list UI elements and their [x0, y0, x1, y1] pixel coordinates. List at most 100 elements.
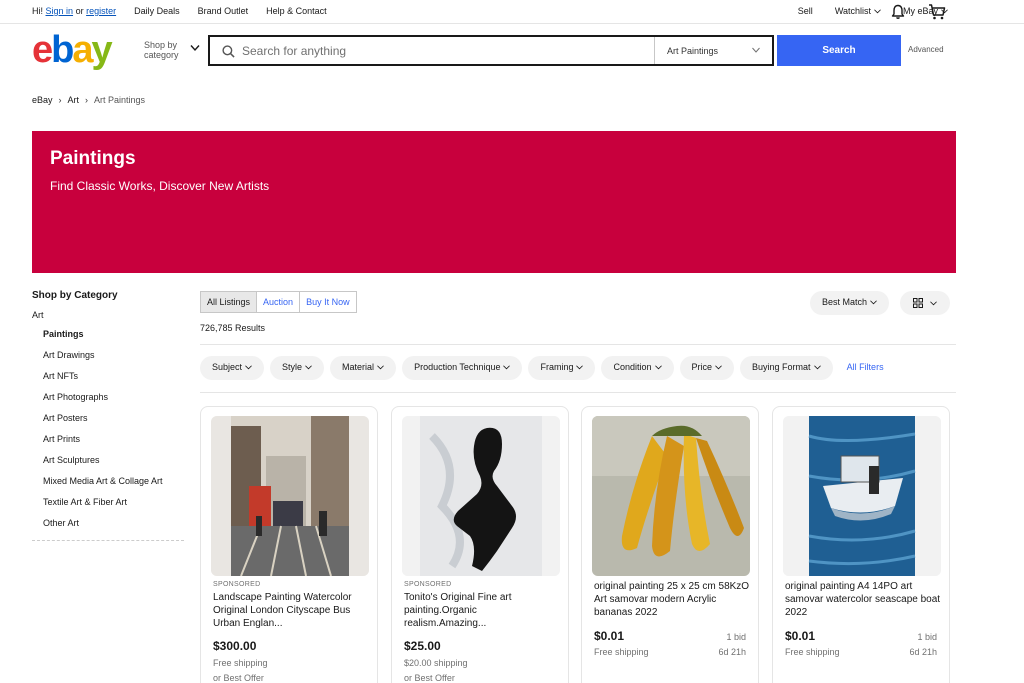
chevron-down-icon	[870, 300, 877, 305]
results-count: 726,785 Results	[200, 323, 266, 333]
daily-deals-link[interactable]: Daily Deals	[134, 6, 180, 16]
brand-outlet-link[interactable]: Brand Outlet	[198, 6, 249, 16]
filter-framing[interactable]: Framing	[528, 356, 596, 380]
sidebar-item-art-prints[interactable]: Art Prints	[43, 434, 184, 445]
listing-title[interactable]: original painting 25 x 25 cm 58KzO Art s…	[594, 580, 750, 619]
watchlist-menu[interactable]: Watchlist	[835, 6, 881, 16]
sidebar-item-textile-art[interactable]: Textile Art & Fiber Art	[43, 497, 184, 508]
listing-title[interactable]: Landscape Painting Watercolor Original L…	[213, 591, 369, 630]
listing-title[interactable]: original painting A4 14PO art samovar wa…	[785, 580, 941, 619]
top-nav-bar: Hi! Sign in or register Daily Deals Bran…	[0, 0, 1024, 24]
bell-icon[interactable]	[890, 4, 906, 20]
search-button[interactable]: Search	[777, 35, 901, 66]
chevron-down-icon	[752, 47, 760, 53]
sidebar-item-art-photographs[interactable]: Art Photographs	[43, 392, 184, 403]
all-filters-link[interactable]: All Filters	[839, 356, 892, 380]
category-hero-banner: Paintings Find Classic Works, Discover N…	[32, 131, 956, 273]
chevron-down-icon	[377, 365, 384, 370]
sidebar-item-art-sculptures[interactable]: Art Sculptures	[43, 455, 184, 466]
breadcrumb-current: Art Paintings	[94, 95, 146, 105]
page-title: Paintings	[50, 148, 136, 169]
filter-bar: Subject Style Material Production Techni…	[200, 356, 892, 380]
filter-price[interactable]: Price	[679, 356, 735, 380]
tab-buy-it-now[interactable]: Buy It Now	[299, 292, 356, 312]
filter-buying-format[interactable]: Buying Format	[740, 356, 833, 380]
listing-best-offer: or Best Offer	[213, 673, 264, 683]
tab-all-listings[interactable]: All Listings	[201, 292, 257, 312]
tab-auction[interactable]: Auction	[256, 292, 299, 312]
search-bar: Art Paintings	[208, 35, 774, 66]
listing-bids: 1 bid	[917, 632, 937, 642]
sponsored-label: SPONSORED	[213, 581, 261, 588]
listing-time-left: 6d 21h	[909, 647, 937, 657]
listing-title[interactable]: Tonito's Original Fine art painting.Orga…	[404, 591, 560, 630]
chevron-down-icon	[874, 9, 881, 14]
breadcrumb: eBay › Art › Art Paintings	[32, 95, 145, 105]
sidebar-heading: Shop by Category	[32, 290, 118, 301]
chevron-down-icon	[715, 365, 722, 370]
listing-type-toggle: All Listings Auction Buy It Now	[200, 291, 357, 313]
chevron-down-icon	[305, 365, 312, 370]
hero-subtitle: Find Classic Works, Discover New Artists	[50, 179, 270, 193]
listing-card[interactable]: original painting A4 14PO art samovar wa…	[772, 406, 950, 683]
listing-image[interactable]	[783, 416, 941, 576]
listing-image[interactable]	[211, 416, 369, 576]
listing-shipping: Free shipping	[594, 647, 649, 657]
help-contact-link[interactable]: Help & Contact	[266, 6, 327, 16]
chevron-down-icon	[503, 365, 511, 370]
view-toggle-button[interactable]	[900, 291, 950, 315]
breadcrumb-art[interactable]: Art	[68, 95, 80, 105]
sidebar-item-paintings[interactable]: Paintings	[43, 329, 184, 340]
sidebar-root-art[interactable]: Art	[32, 310, 184, 320]
listing-image[interactable]	[402, 416, 560, 576]
top-nav-right: Sell Watchlist My eBay	[798, 6, 948, 16]
filter-material[interactable]: Material	[330, 356, 397, 380]
filter-subject[interactable]: Subject	[200, 356, 265, 380]
category-sidebar: Shop by Category Art Paintings Art Drawi…	[32, 290, 184, 541]
top-nav-left: Hi! Sign in or register Daily Deals Bran…	[32, 6, 327, 16]
ebay-logo[interactable]: ebay	[32, 31, 113, 69]
sidebar-item-art-nfts[interactable]: Art NFTs	[43, 371, 184, 382]
sell-link[interactable]: Sell	[798, 6, 813, 16]
search-category-select[interactable]: Art Paintings	[654, 37, 772, 64]
grid-view-icon	[913, 298, 923, 308]
filter-style[interactable]: Style	[270, 356, 325, 380]
cart-icon[interactable]	[928, 3, 946, 21]
sign-in-link[interactable]: Sign in	[46, 6, 74, 16]
sponsored-label: SPONSORED	[404, 581, 452, 588]
filter-production-technique[interactable]: Production Technique	[402, 356, 523, 380]
shop-by-category-button[interactable]: Shop by category	[144, 40, 179, 60]
listing-time-left: 6d 21h	[718, 647, 746, 657]
chevron-down-icon	[245, 365, 252, 370]
advanced-search-link[interactable]: Advanced	[908, 45, 944, 54]
listing-image[interactable]	[592, 416, 750, 576]
listing-price: $25.00	[404, 639, 441, 653]
listing-card[interactable]: SPONSORED Landscape Painting Watercolor …	[200, 406, 378, 683]
chevron-down-icon	[190, 45, 200, 52]
sidebar-item-mixed-media[interactable]: Mixed Media Art & Collage Art	[43, 476, 184, 487]
register-link[interactable]: register	[86, 6, 116, 16]
sidebar-item-art-drawings[interactable]: Art Drawings	[43, 350, 184, 361]
listing-price: $0.01	[594, 629, 625, 643]
sidebar-list: Paintings Art Drawings Art NFTs Art Phot…	[32, 329, 184, 529]
sidebar-item-art-posters[interactable]: Art Posters	[43, 413, 184, 424]
listing-best-offer: or Best Offer	[404, 673, 455, 683]
listing-bids: 1 bid	[726, 632, 746, 642]
listing-card[interactable]: original painting 25 x 25 cm 58KzO Art s…	[581, 406, 759, 683]
divider	[200, 344, 956, 345]
bananas-painting	[592, 416, 750, 576]
breadcrumb-ebay[interactable]: eBay	[32, 95, 53, 105]
abstract-figure-painting	[402, 416, 560, 576]
london-street-painting	[211, 416, 369, 576]
greeting: Hi! Sign in or register	[32, 6, 117, 16]
chevron-down-icon	[576, 365, 584, 370]
search-input[interactable]	[242, 41, 642, 61]
breadcrumb-separator: ›	[58, 95, 62, 105]
sidebar-item-other-art[interactable]: Other Art	[43, 518, 184, 529]
filter-condition[interactable]: Condition	[601, 356, 674, 380]
listing-card[interactable]: SPONSORED Tonito's Original Fine art pai…	[391, 406, 569, 683]
chevron-down-icon	[813, 365, 821, 370]
search-icon	[222, 45, 235, 58]
divider	[200, 392, 956, 393]
sort-dropdown[interactable]: Best Match	[810, 291, 890, 315]
